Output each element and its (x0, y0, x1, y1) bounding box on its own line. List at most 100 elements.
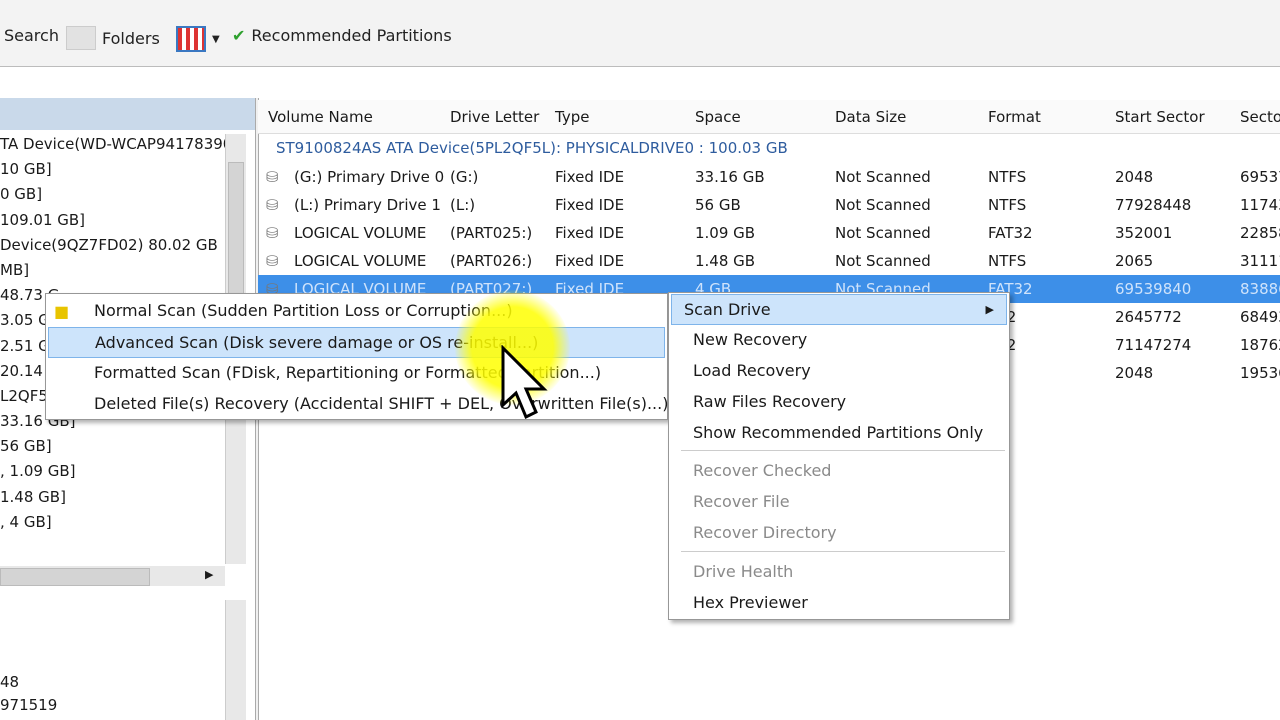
drive-group-row[interactable]: ST9100824AS ATA Device(5PL2QF5L): PHYSIC… (258, 134, 1280, 162)
cell: 22858 (1240, 224, 1280, 242)
scan-option[interactable]: Formatted Scan (FDisk, Repartitioning or… (82, 358, 665, 387)
tree-item[interactable]: MB] (0, 258, 225, 283)
scan-option[interactable]: Advanced Scan (Disk severe damage or OS … (48, 327, 665, 358)
cell: Fixed IDE (555, 224, 625, 242)
address-strip (0, 67, 1280, 98)
table-row[interactable]: ⛁ LOGICAL VOLUME (PART025:) Fixed IDE 1.09 G… (258, 219, 1280, 247)
scan-option[interactable]: Deleted File(s) Recovery (Accidental SHI… (82, 389, 669, 418)
tree-item[interactable]: 56 GB] (0, 434, 225, 459)
cell: 352001 (1115, 224, 1173, 242)
cell: Not Scanned (835, 196, 931, 214)
property-value: 48 (0, 673, 20, 691)
tree-item[interactable]: , 1.09 GB] (0, 459, 225, 484)
cell: 1.48 GB (695, 252, 756, 270)
column-header[interactable]: Format (988, 108, 1041, 126)
context-menu: Scan Drive ▶ New Recovery Load Recovery Raw … (668, 292, 1010, 620)
context-menu-item[interactable]: Load Recovery (681, 356, 1007, 385)
cell: Not Scanned (835, 168, 931, 186)
context-menu-item[interactable]: Raw Files Recovery (681, 387, 1007, 416)
menu-item-label: Show Recommended Partitions Only (693, 423, 984, 442)
column-header[interactable]: Secto (1240, 108, 1280, 126)
drive-icon: ⛁ (266, 224, 279, 242)
menu-separator (681, 551, 1005, 552)
tree-item[interactable]: 0 GB] (0, 182, 225, 207)
column-header[interactable]: Space (695, 108, 741, 126)
menu-item-label: Recover Checked (693, 461, 832, 480)
column-header[interactable]: Type (555, 108, 589, 126)
column-header[interactable]: Volume Name (268, 108, 373, 126)
scan-option-label: Normal Scan (Sudden Partition Loss or Co… (94, 301, 513, 320)
view-dropdown[interactable]: ▼ (176, 26, 220, 52)
tree-item[interactable]: , 4 GB] (0, 510, 225, 535)
cell: 2065 (1115, 252, 1154, 270)
cell: 18762 (1240, 336, 1280, 354)
toolbar: Search Folders ▼ ✔ Recommended Partitions (0, 0, 1280, 67)
column-header[interactable]: Drive Letter (450, 108, 539, 126)
context-menu-item[interactable]: Show Recommended Partitions Only (681, 418, 1007, 447)
context-menu-item[interactable]: Drive Health (681, 557, 1007, 586)
tree-item[interactable]: 109.01 GB] (0, 208, 225, 233)
hscroll-thumb[interactable] (0, 568, 150, 586)
tree-pane-header (0, 98, 255, 130)
cell: 19536 (1240, 364, 1280, 382)
tree-item[interactable]: 10 GB] (0, 157, 225, 182)
table-row[interactable]: ⛁ (G:) Primary Drive 0 (G:) Fixed IDE 33.16 … (258, 163, 1280, 191)
cell: NTFS (988, 168, 1027, 186)
cell: 31111 (1240, 252, 1280, 270)
scan-option[interactable]: Normal Scan (Sudden Partition Loss or Co… (82, 296, 665, 325)
cell: (L:) Primary Drive 1 (294, 196, 441, 214)
scroll-right-icon[interactable]: ▶ (205, 568, 213, 581)
menu-item-label: Load Recovery (693, 361, 811, 380)
column-header[interactable]: Start Sector (1115, 108, 1205, 126)
recommended-partitions-button[interactable]: ✔ Recommended Partitions (232, 26, 452, 45)
cell: 77928448 (1115, 196, 1192, 214)
cell: NTFS (988, 196, 1027, 214)
cell: 83886 (1240, 280, 1280, 298)
cell: FAT32 (988, 224, 1033, 242)
folders-button[interactable]: Folders (66, 26, 160, 50)
cell: 71147274 (1115, 336, 1192, 354)
tree-horizontal-scrollbar[interactable]: ▶ (0, 566, 225, 586)
cell: LOGICAL VOLUME (294, 224, 427, 242)
cell: 33.16 GB (695, 168, 765, 186)
table-row[interactable]: ⛁ LOGICAL VOLUME (PART026:) Fixed IDE 1.48 G… (258, 247, 1280, 275)
search-button[interactable]: Search (4, 26, 59, 45)
menu-item-label: Drive Health (693, 562, 794, 581)
menu-item-label: Recover Directory (693, 523, 837, 542)
cell: 1.09 GB (695, 224, 756, 242)
context-menu-item[interactable]: Recover Checked (681, 456, 1007, 485)
menu-item-label: Raw Files Recovery (693, 392, 847, 411)
scan-option-label: Deleted File(s) Recovery (Accidental SHI… (94, 394, 669, 413)
properties-pane: 48 971519 (0, 600, 225, 720)
cell: Not Scanned (835, 224, 931, 242)
folder-icon: ■ (54, 302, 70, 321)
cell: (PART025:) (450, 224, 533, 242)
drive-check-icon: ✔ (232, 26, 246, 45)
tree-item[interactable]: TA Device(WD-WCAP94178390) (0, 132, 225, 157)
tree-item[interactable]: 1.48 GB] (0, 485, 225, 510)
cell: (PART026:) (450, 252, 533, 270)
cell: (L:) (450, 196, 476, 214)
column-header[interactable]: Data Size (835, 108, 906, 126)
context-menu-item[interactable]: Recover Directory (681, 518, 1007, 547)
submenu-arrow-icon: ▶ (985, 303, 994, 316)
cell: (G:) (450, 168, 479, 186)
cell: 69539840 (1115, 280, 1192, 298)
recommended-label: Recommended Partitions (251, 26, 452, 45)
cell: (G:) Primary Drive 0 (294, 168, 445, 186)
context-menu-item[interactable]: Scan Drive ▶ (671, 294, 1007, 325)
table-row[interactable]: ⛁ (L:) Primary Drive 1 (L:) Fixed IDE 56 GB N… (258, 191, 1280, 219)
mouse-cursor-icon (501, 345, 548, 420)
menu-item-label: New Recovery (693, 330, 808, 349)
scan-submenu: Normal Scan (Sudden Partition Loss or Co… (45, 293, 668, 420)
context-menu-item[interactable]: New Recovery (681, 325, 1007, 354)
property-value: 971519 (0, 696, 58, 714)
context-menu-item[interactable]: Hex Previewer (681, 588, 1007, 617)
context-menu-item[interactable]: Recover File (681, 487, 1007, 516)
search-label: Search (4, 26, 59, 45)
cell: 68493 (1240, 308, 1280, 326)
scroll-thumb[interactable] (228, 162, 244, 314)
properties-scrollbar[interactable] (225, 600, 246, 720)
tree-item[interactable]: Device(9QZ7FD02) 80.02 GB (0, 233, 225, 258)
group-label: ST9100824AS ATA Device(5PL2QF5L): PHYSIC… (276, 139, 788, 157)
